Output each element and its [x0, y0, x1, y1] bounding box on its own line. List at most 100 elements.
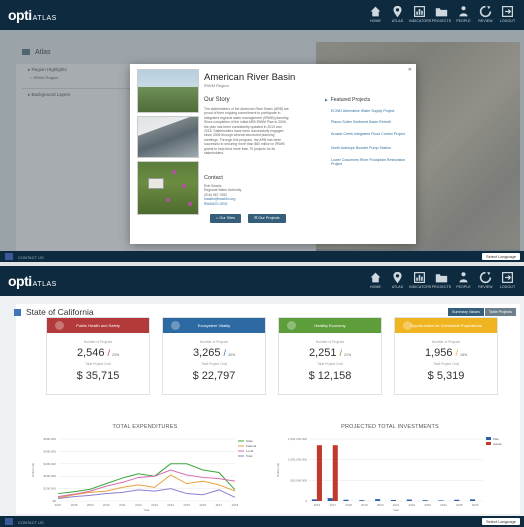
- x-tick-label: 2015: [183, 503, 190, 507]
- card-cost-label: Total Project Cost: [201, 362, 227, 366]
- featured-project-link[interactable]: Lower Cosumnes River Floodplain Restorat…: [331, 158, 411, 167]
- x-tick-label: 2007: [55, 503, 62, 507]
- x-tick-label: 2018: [232, 503, 239, 507]
- flower-image: [188, 202, 192, 206]
- outcome-card[interactable]: Public Health and Safety Number of Projec…: [46, 317, 150, 395]
- facebook-icon[interactable]: [5, 253, 13, 260]
- card-project-count: 3,265 /30%: [192, 347, 236, 359]
- y-tick-label: 1,500,000,000: [288, 437, 308, 441]
- card-project-cost: $ 35,715: [76, 370, 120, 382]
- x-tick-label: 2026: [472, 503, 479, 507]
- story-text: The stakeholders of the American River B…: [204, 107, 290, 156]
- nav-item-label: PROJECTS: [431, 285, 452, 289]
- facebook-icon[interactable]: [5, 518, 13, 525]
- nav-item-review[interactable]: REVIEW: [475, 4, 496, 23]
- bar-actual[interactable]: [332, 445, 338, 501]
- nav-item-atlas[interactable]: ATLAS: [387, 4, 408, 23]
- chart-icon: [414, 272, 425, 283]
- our-projects-button[interactable]: ☰ Our Projects: [248, 214, 286, 223]
- nav-item-label: ATLAS: [391, 285, 404, 289]
- bar-plan[interactable]: [438, 500, 444, 501]
- close-icon[interactable]: ✕: [408, 67, 412, 73]
- series-line-state[interactable]: [57, 463, 236, 495]
- nav-item-projects[interactable]: PROJECTS: [431, 270, 452, 289]
- contact-heading: Contact: [204, 175, 223, 181]
- bar-plan[interactable]: [311, 499, 317, 501]
- featured-project-link[interactable]: ECWD Alternative Water Supply Project: [331, 109, 411, 113]
- folder-icon: [435, 8, 448, 17]
- x-axis-label: Year: [393, 508, 399, 512]
- our-sites-button[interactable]: ⌂ Our Sites: [210, 214, 242, 223]
- language-select[interactable]: Select Language: [481, 518, 520, 525]
- nav-item-home[interactable]: HOME: [365, 4, 386, 23]
- state-icon: [14, 309, 21, 316]
- flower-image: [182, 184, 186, 188]
- legend-label: Total: [246, 454, 253, 458]
- nav-item-home[interactable]: HOME: [365, 270, 386, 289]
- featured-project-link[interactable]: North Antelope Booster Pump Station: [331, 146, 411, 150]
- legend-label: State: [246, 439, 253, 443]
- bar-plan[interactable]: [390, 499, 396, 501]
- top-footer: CONTACT US Select Language: [0, 251, 524, 262]
- nav-item-people[interactable]: PEOPLE: [453, 4, 474, 23]
- outcome-card[interactable]: Healthy Economy Number of Projects 2,251 /…: [278, 317, 382, 395]
- nav-item-label: ATLAS: [391, 19, 404, 23]
- optiatlas-logo[interactable]: optiATLAS: [8, 273, 57, 289]
- x-tick-label: 2023: [424, 503, 431, 507]
- featured-project-link[interactable]: Placer-Sutter Sediment Basin Retrofit: [331, 120, 411, 124]
- card-project-count: 1,956 /18%: [424, 347, 468, 359]
- summary-values-button[interactable]: Summary Values: [448, 308, 484, 316]
- bar-plan[interactable]: [359, 500, 365, 501]
- outcome-card[interactable]: Ecosystem Vitality Number of Projects 3,26…: [162, 317, 266, 395]
- x-tick-label: 2017: [216, 503, 223, 507]
- bar-actual[interactable]: [316, 445, 322, 501]
- nav-item-review[interactable]: REVIEW: [475, 270, 496, 289]
- map-pin-icon: [393, 271, 402, 284]
- y-tick-label: $300,000: [43, 462, 56, 466]
- legend-swatch: [486, 442, 491, 445]
- language-select[interactable]: Select Language: [481, 253, 520, 260]
- table-projects-button[interactable]: Table Projects: [484, 308, 516, 316]
- nav-item-label: LOGOUT: [499, 19, 516, 23]
- x-tick-label: 2013: [151, 503, 158, 507]
- nav-item-projects[interactable]: PROJECTS: [431, 4, 452, 23]
- x-tick-label: 2022: [408, 503, 415, 507]
- bar-plan[interactable]: [470, 499, 476, 501]
- x-tick-label: 2014: [167, 503, 174, 507]
- home-icon: [370, 272, 381, 283]
- bar-plan[interactable]: [375, 499, 381, 501]
- state-toggles: Summary Values Table Projects: [447, 308, 516, 316]
- contact-us-link[interactable]: CONTACT US: [18, 520, 44, 525]
- outcome-card[interactable]: Opportunities for Vulnerable Populations…: [394, 317, 498, 395]
- card-cost-label: Total Project Cost: [85, 362, 111, 366]
- bar-plan[interactable]: [422, 500, 428, 501]
- x-tick-label: 2010: [103, 503, 110, 507]
- flower-image: [166, 198, 170, 202]
- card-header: Opportunities for Vulnerable Populations: [395, 318, 497, 333]
- contact-web-link[interactable]: RWAH2O.ORG: [204, 202, 241, 206]
- contact-us-link[interactable]: CONTACT US: [18, 255, 44, 260]
- nav-item-atlas[interactable]: ATLAS: [387, 270, 408, 289]
- x-tick-label: 2011: [119, 503, 126, 507]
- card-projects-label: Number of Projects: [83, 340, 113, 344]
- bar-plan[interactable]: [454, 499, 460, 501]
- card-percent: 21%: [344, 353, 352, 357]
- nav-item-indicators[interactable]: INDICATORS: [409, 4, 431, 23]
- nav-item-logout[interactable]: LOGOUT: [497, 270, 518, 289]
- nav-item-logout[interactable]: LOGOUT: [497, 4, 518, 23]
- bar-plan[interactable]: [406, 499, 412, 501]
- nav-item-people[interactable]: PEOPLE: [453, 270, 474, 289]
- bottom-navbar: optiATLAS HOME ATLAS INDICATORS PROJECTS PEO…: [0, 266, 524, 296]
- nav-item-label: HOME: [370, 19, 381, 23]
- card-title: Healthy Economy: [314, 323, 346, 328]
- optiatlas-logo[interactable]: optiATLAS: [8, 7, 57, 23]
- featured-project-link[interactable]: Arcade Creek Integrated Flood Control Pr…: [331, 132, 411, 136]
- nav-item-indicators[interactable]: INDICATORS: [409, 270, 431, 289]
- projected-investments-chart: 1,500,000,000 1,000,000,000 500,000,000 0 20…: [276, 437, 502, 512]
- series-line-federal[interactable]: [57, 474, 236, 499]
- bar-plan[interactable]: [327, 498, 333, 501]
- bar-plan[interactable]: [343, 499, 349, 501]
- bottom-nav-items: HOME ATLAS INDICATORS PROJECTS PEOPLE REVIEW L…: [364, 270, 518, 289]
- card-title: Opportunities for Vulnerable Populations: [410, 323, 482, 328]
- category-icon: [403, 321, 412, 330]
